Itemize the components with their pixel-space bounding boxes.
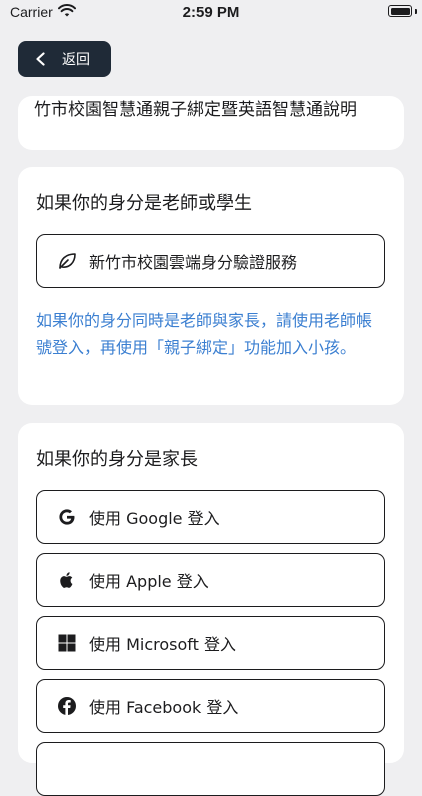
facebook-login-label: 使用 Facebook 登入 — [89, 698, 239, 717]
sso-login-button[interactable]: 新竹市校園雲端身分驗證服務 — [36, 234, 385, 288]
battery-cap — [415, 9, 417, 14]
facebook-icon — [57, 696, 77, 716]
microsoft-login-label: 使用 Microsoft 登入 — [89, 635, 236, 654]
more-login-button[interactable] — [36, 742, 385, 796]
apple-icon — [57, 570, 77, 590]
teacher-student-card: 如果你的身分是老師或學生 新竹市校園雲端身分驗證服務 如果你的身分同時是老師與家… — [18, 167, 404, 405]
apple-login-button[interactable]: 使用 Apple 登入 — [36, 553, 385, 607]
back-button[interactable]: 返回 — [18, 41, 111, 77]
facebook-login-button[interactable]: 使用 Facebook 登入 — [36, 679, 385, 733]
sso-login-label: 新竹市校園雲端身分驗證服務 — [89, 253, 298, 272]
parent-section-title: 如果你的身分是家長 — [36, 449, 198, 470]
info-card-text: 竹市校園智慧通親子綁定暨英語智慧通說明 — [34, 100, 357, 120]
status-bar: Carrier 2:59 PM — [0, 0, 422, 26]
back-button-label: 返回 — [62, 52, 90, 68]
google-login-label: 使用 Google 登入 — [89, 509, 220, 528]
google-icon — [57, 507, 77, 527]
google-login-button[interactable]: 使用 Google 登入 — [36, 490, 385, 544]
leaf-icon — [57, 251, 77, 271]
apple-login-label: 使用 Apple 登入 — [89, 572, 209, 591]
parent-card: 如果你的身分是家長 使用 Google 登入 使用 Apple 登入 使用 Mi… — [18, 423, 404, 796]
teacher-parent-hint: 如果你的身分同時是老師與家長，請使用老師帳號登入，再使用「親子綁定」功能加入小孩… — [36, 311, 373, 357]
chevron-left-icon — [36, 52, 45, 66]
teacher-section-title: 如果你的身分是老師或學生 — [36, 193, 252, 214]
microsoft-icon — [57, 633, 77, 653]
microsoft-login-button[interactable]: 使用 Microsoft 登入 — [36, 616, 385, 670]
clock: 2:59 PM — [182, 4, 240, 21]
battery-icon — [388, 5, 412, 17]
info-card: 竹市校園智慧通親子綁定暨英語智慧通說明 — [18, 96, 404, 150]
